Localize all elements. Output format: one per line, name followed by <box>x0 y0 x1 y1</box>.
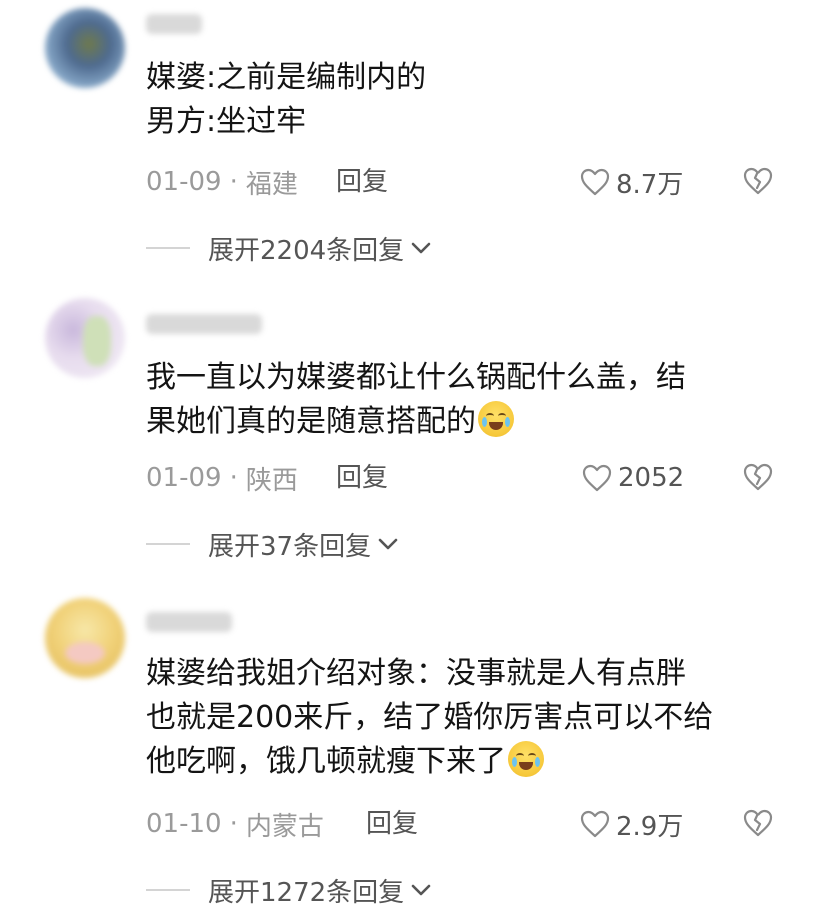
comment-line: 也就是200来斤，结了婚你厉害点可以不给 <box>146 700 714 735</box>
chevron-down-icon <box>378 538 398 550</box>
comment-line: 媒婆给我姐介绍对象：没事就是人有点胖 <box>146 656 686 691</box>
chevron-down-icon <box>411 884 431 896</box>
divider-line <box>146 889 190 891</box>
reply-button[interactable]: 回复 <box>366 804 418 844</box>
reply-button[interactable]: 回复 <box>336 458 388 498</box>
divider-line <box>146 247 190 249</box>
username-blurred[interactable] <box>146 14 202 34</box>
separator: · <box>229 167 238 197</box>
separator: · <box>229 463 238 493</box>
like-button[interactable]: 2052 <box>582 458 684 498</box>
comment-date: 01-10 <box>146 809 222 839</box>
separator: · <box>229 809 238 839</box>
comment-line-text: 他吃啊，饿几顿就瘦下来了 <box>146 744 506 779</box>
like-button[interactable]: 2.9万 <box>580 804 683 844</box>
heart-outline-icon <box>582 464 612 492</box>
comment-text: 媒婆给我姐介绍对象：没事就是人有点胖 也就是200来斤，结了婚你厉害点可以不给 … <box>146 652 713 784</box>
username-blurred[interactable] <box>146 612 232 632</box>
comment-location: 陕西 <box>245 465 298 496</box>
comment-meta: 01-10 · 内蒙古 回复 2.9万 <box>146 804 826 844</box>
comment-meta: 01-09 · 福建 回复 8.7万 <box>146 162 826 202</box>
comment-meta: 01-09 · 陕西 回复 2052 <box>146 458 826 498</box>
like-count: 8.7万 <box>616 169 684 200</box>
divider-line <box>146 543 190 545</box>
comment-text: 我一直以为媒婆都让什么锅配什么盖，结 果她们真的是随意搭配的 <box>146 356 686 444</box>
comment-text: 媒婆:之前是编制内的 男方:坐过牢 <box>146 56 426 144</box>
expand-replies-label: 展开1272条回复 <box>208 877 405 908</box>
expand-replies-button[interactable]: 展开1272条回复 <box>146 870 432 910</box>
expand-replies-button[interactable]: 展开2204条回复 <box>146 228 432 268</box>
dislike-button[interactable] <box>742 166 774 203</box>
expand-replies-button[interactable]: 展开37条回复 <box>146 524 399 564</box>
expand-replies-label: 展开37条回复 <box>208 531 372 562</box>
reply-button[interactable]: 回复 <box>336 162 388 202</box>
comment-date: 01-09 <box>146 463 222 493</box>
avatar[interactable] <box>45 598 125 678</box>
comment-line: 果她们真的是随意搭配的 <box>146 400 686 444</box>
tears-of-joy-emoji-icon <box>508 741 544 777</box>
comment-line: 我一直以为媒婆都让什么锅配什么盖，结 <box>146 360 686 395</box>
broken-heart-icon <box>743 463 773 491</box>
comment-location: 内蒙古 <box>245 811 324 842</box>
chevron-down-icon <box>411 242 431 254</box>
comment-location: 福建 <box>245 169 298 200</box>
avatar[interactable] <box>45 298 125 378</box>
username-blurred[interactable] <box>146 314 262 334</box>
dislike-button[interactable] <box>742 808 774 845</box>
comment-line: 男方:坐过牢 <box>146 104 307 139</box>
comment-line-text: 果她们真的是随意搭配的 <box>146 404 476 439</box>
loudly-crying-emoji-icon <box>478 401 514 437</box>
like-count: 2052 <box>618 463 685 493</box>
comment-line: 他吃啊，饿几顿就瘦下来了 <box>146 740 713 784</box>
expand-replies-label: 展开2204条回复 <box>208 235 405 266</box>
avatar[interactable] <box>45 8 125 88</box>
comment-line: 媒婆:之前是编制内的 <box>146 60 427 95</box>
heart-outline-icon <box>580 168 610 196</box>
dislike-button[interactable] <box>742 462 774 499</box>
heart-outline-icon <box>580 810 610 838</box>
broken-heart-icon <box>743 167 773 195</box>
like-button[interactable]: 8.7万 <box>580 162 683 202</box>
like-count: 2.9万 <box>616 811 684 842</box>
comment-date: 01-09 <box>146 167 222 197</box>
broken-heart-icon <box>743 809 773 837</box>
